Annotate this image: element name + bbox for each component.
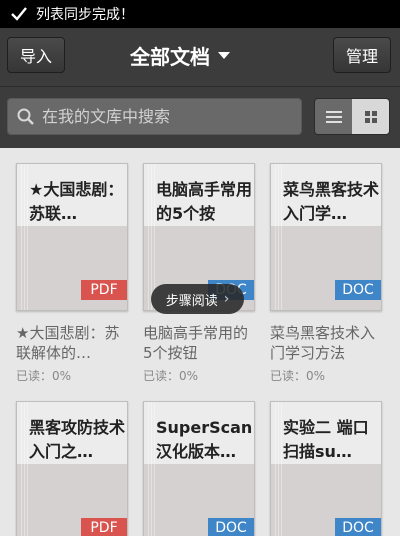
cover-title: 实验二 端口扫描su… — [283, 418, 369, 461]
document-title: 电脑高手常用的5个按钮 — [143, 324, 249, 362]
chevron-down-icon — [218, 51, 230, 59]
grid-icon — [364, 110, 377, 123]
read-progress: 已读：0% — [16, 369, 72, 383]
search-box[interactable] — [7, 98, 302, 135]
document-cover[interactable]: ★大国悲剧：苏联… PDF — [16, 163, 128, 311]
document-cover[interactable]: 黑客攻防技术入门之… PDF — [16, 401, 128, 536]
list-icon — [325, 110, 342, 123]
document-cover[interactable]: SuperScan汉化版本… DOC — [143, 401, 255, 536]
cover-title: SuperScan汉化版本… — [156, 418, 252, 461]
read-progress: 已读：0% — [143, 369, 199, 383]
grid-view-button[interactable] — [352, 99, 389, 134]
all-documents-dropdown[interactable]: 全部文档 — [130, 40, 230, 70]
cover-title: 菜鸟黑客技术入门学… — [283, 180, 379, 223]
search-icon — [17, 108, 34, 125]
document-title: 菜鸟黑客技术入门学习方法 — [270, 324, 376, 362]
file-type-badge: DOC — [335, 518, 381, 536]
document-title: ★大国悲剧：苏联解体的… — [16, 324, 120, 362]
cover-title: 电脑高手常用的5个按 — [156, 180, 252, 223]
chevron-right-icon: › — [223, 291, 230, 307]
step-reading-tooltip[interactable]: 步骤阅读 › — [151, 284, 244, 314]
cover-title: ★大国悲剧：苏联… — [29, 180, 124, 223]
read-progress: 已读：0% — [270, 369, 326, 383]
top-bar: 导入 全部文档 管理 — [0, 28, 400, 86]
list-view-button[interactable] — [315, 99, 352, 134]
tooltip-label: 步骤阅读 — [165, 293, 218, 309]
search-input[interactable] — [42, 107, 292, 126]
document-cover[interactable]: 菜鸟黑客技术入门学… DOC — [270, 163, 382, 311]
status-message: 列表同步完成！ — [36, 7, 134, 23]
document-cover[interactable]: 实验二 端口扫描su… DOC — [270, 401, 382, 536]
manage-button[interactable]: 管理 — [333, 37, 391, 73]
check-icon — [11, 7, 27, 21]
page-title: 全部文档 — [130, 44, 210, 69]
status-bar: 列表同步完成！ — [0, 0, 400, 28]
cover-title: 黑客攻防技术入门之… — [29, 418, 125, 461]
file-type-badge: DOC — [208, 518, 254, 536]
search-bar — [0, 86, 400, 148]
file-type-badge: PDF — [81, 518, 127, 536]
file-type-badge: PDF — [81, 280, 127, 300]
import-button[interactable]: 导入 — [7, 37, 65, 73]
view-toggle — [314, 98, 390, 135]
file-type-badge: DOC — [335, 280, 381, 300]
